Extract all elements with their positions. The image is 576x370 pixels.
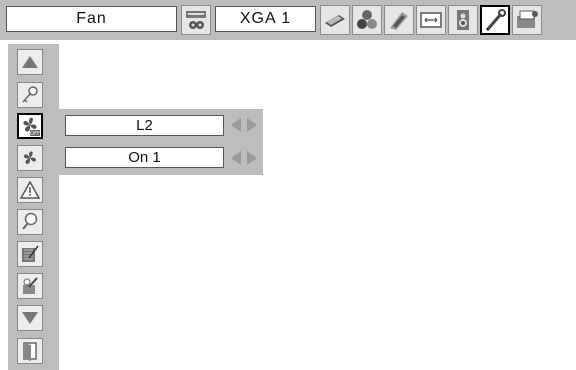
fan-speed-adjust-arrows[interactable] [230,117,258,133]
screen-icon[interactable] [384,5,414,35]
arrow-right-icon [247,118,257,132]
screen-size-icon[interactable] [416,5,446,35]
lamp-icon[interactable] [17,209,43,235]
arrow-left-icon [231,118,241,132]
key-icon[interactable] [17,82,43,108]
input-signal-label: XGA 1 [215,6,316,32]
menu-title: Fan [6,6,177,32]
fan-off-icon[interactable]: OFF [17,113,43,139]
fan-control-adjust-arrows[interactable] [230,150,258,166]
fan-speed-value[interactable]: L2 [65,115,224,136]
exit-icon[interactable] [17,338,43,364]
warning-icon[interactable] [17,177,43,203]
arrow-right-icon [247,151,257,165]
filter-icon[interactable] [17,241,43,267]
setting-icon[interactable] [480,5,510,35]
filter-counter-icon[interactable] [17,273,43,299]
information-icon[interactable] [512,5,542,35]
image-adjust-icon[interactable] [352,5,382,35]
pc-adjust-icon[interactable] [181,5,211,35]
fan-settings-panel: L2 On 1 [59,109,263,175]
scroll-up-icon[interactable] [17,49,43,75]
sound-icon[interactable] [448,5,478,35]
scroll-down-icon[interactable] [17,305,43,331]
sub-menu-sidebar: OFF [8,44,59,370]
image-select-icon[interactable] [320,5,350,35]
fan-control-value[interactable]: On 1 [65,147,224,168]
fan-icon[interactable] [17,145,43,171]
svg-text:OFF: OFF [30,131,40,137]
arrow-left-icon [231,151,241,165]
top-menu-bar: Fan XGA 1 [0,0,576,40]
